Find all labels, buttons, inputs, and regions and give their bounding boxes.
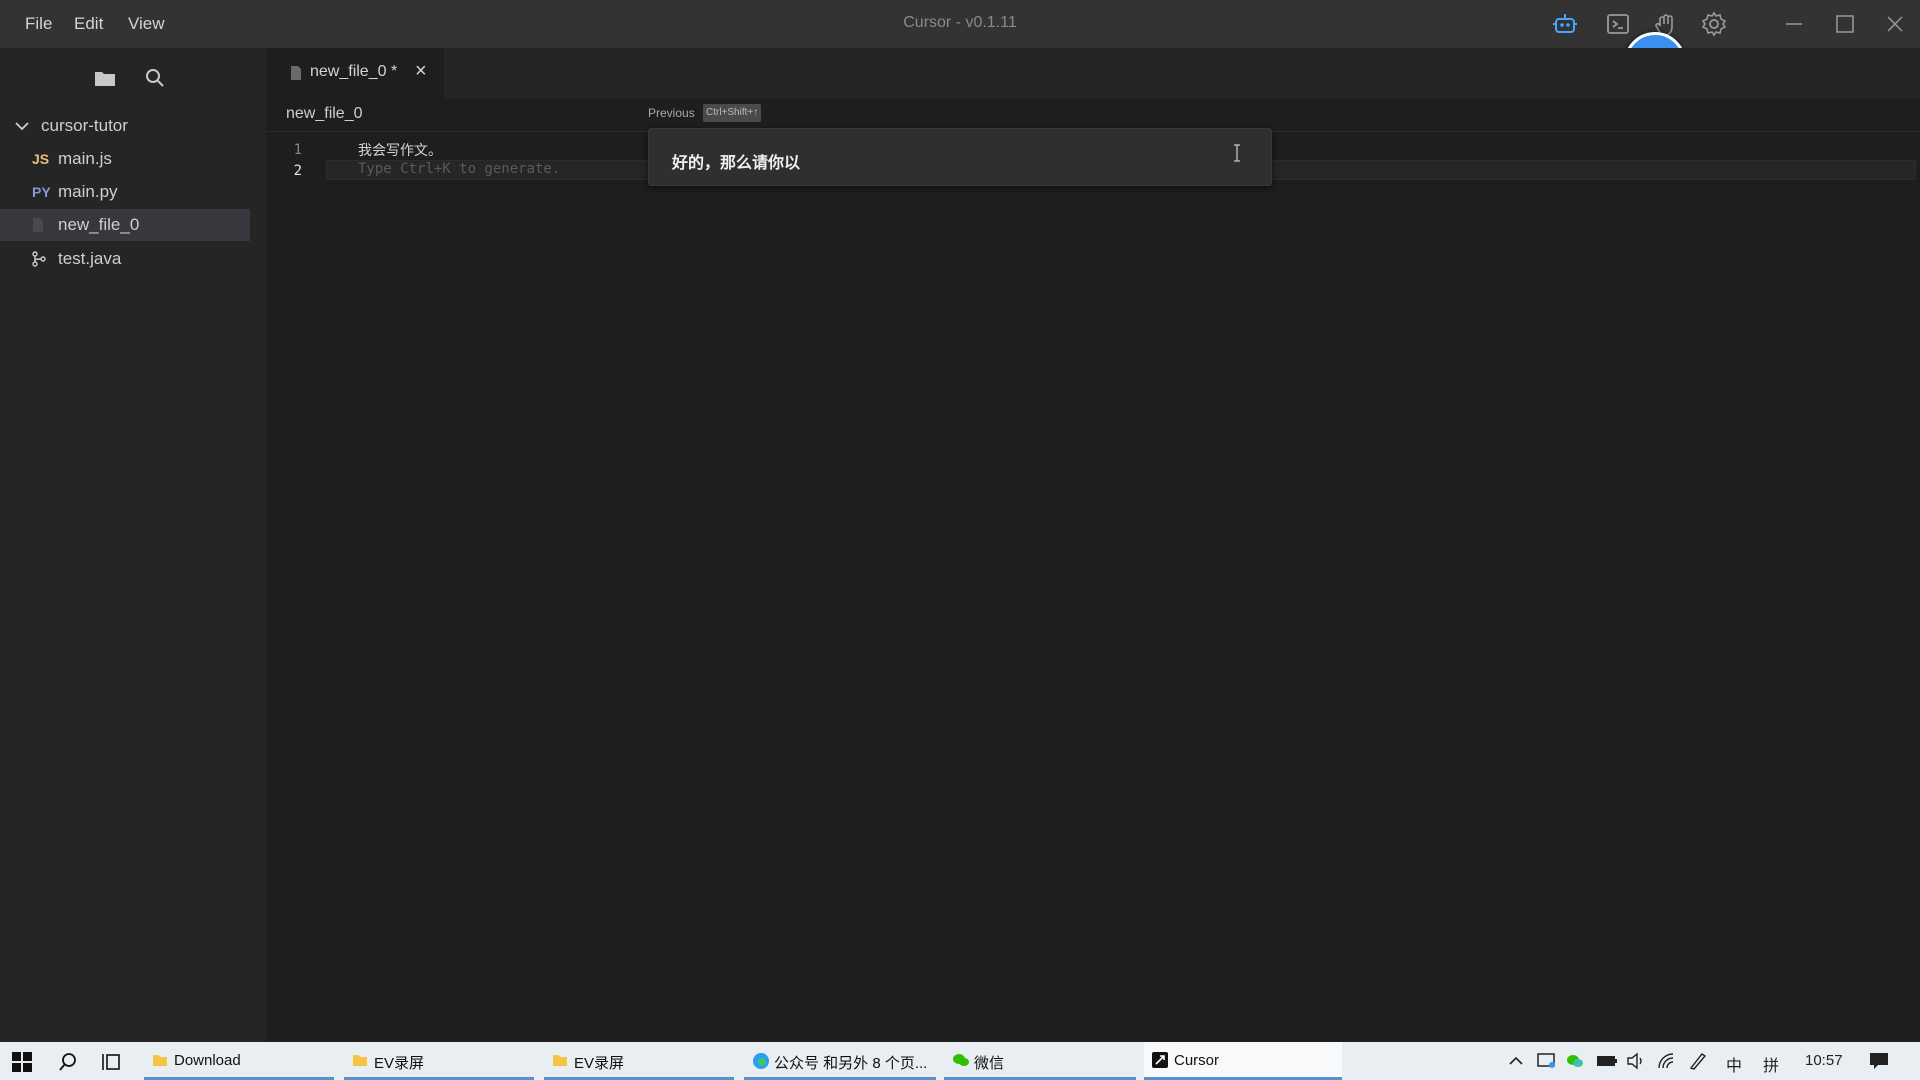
minimize-icon[interactable] [1780, 10, 1808, 38]
folder-icon [552, 1052, 568, 1068]
gear-icon[interactable] [1700, 10, 1728, 38]
cursor-app-icon [1152, 1052, 1168, 1068]
folder-icon[interactable] [91, 64, 119, 92]
file-row[interactable]: PY main.py [0, 176, 250, 208]
text-cursor-icon [1232, 143, 1242, 168]
terminal-icon[interactable] [1604, 10, 1632, 38]
wechat-icon [952, 1052, 969, 1068]
tab-label: new_file_0 * [310, 63, 398, 80]
line-number: 1 [293, 142, 302, 158]
window-title: Cursor - v0.1.11 [903, 14, 1017, 31]
clock[interactable]: 10:57 [1805, 1052, 1843, 1069]
file-icon [32, 217, 44, 238]
code-editor[interactable]: 1 我会写作文。 2 Type Ctrl+K to generate. [266, 132, 1920, 1042]
py-file-icon: PY [32, 184, 51, 200]
task-view-icon[interactable] [101, 1051, 123, 1078]
wifi-icon[interactable] [1657, 1052, 1677, 1075]
file-name: main.js [58, 149, 112, 168]
ime-mode-indicator[interactable]: 拼 [1763, 1052, 1779, 1076]
file-icon [290, 65, 302, 86]
line-number: 2 [293, 163, 302, 179]
taskbar-app-ev-recorder-2[interactable]: EV录屏 [544, 1042, 734, 1080]
folder-row[interactable]: cursor-tutor [0, 110, 250, 142]
folder-icon [152, 1052, 168, 1068]
chevron-down-icon [14, 118, 30, 139]
file-explorer: cursor-tutor JS main.js PY main.py new_f… [0, 48, 266, 1042]
previous-label[interactable]: Previous [648, 106, 695, 120]
taskbar-app-download[interactable]: Download [144, 1042, 334, 1080]
taskbar: Download EV录屏 EV录屏 公众号 和另外 8 个页... 微信 Cu… [0, 1042, 1920, 1080]
battery-icon[interactable] [1596, 1054, 1618, 1073]
remote-desktop-icon[interactable] [1537, 1052, 1557, 1075]
search-icon[interactable] [57, 1051, 79, 1078]
close-window-icon[interactable] [1881, 10, 1909, 38]
taskbar-app-ev-recorder-1[interactable]: EV录屏 [344, 1042, 534, 1080]
ime-language-indicator[interactable]: 中 [1726, 1052, 1742, 1076]
windows-start-icon[interactable] [12, 1052, 32, 1077]
menu-edit[interactable]: Edit [74, 14, 103, 34]
breadcrumb: new_file_0 [286, 105, 363, 122]
file-row[interactable]: JS main.js [0, 143, 250, 175]
file-name: test.java [58, 249, 122, 268]
wechat-tray-icon[interactable] [1566, 1053, 1584, 1074]
tab-bar: new_file_0 * × [266, 48, 1920, 98]
prompt-input[interactable]: 好的，那么请你以 [672, 149, 800, 173]
js-file-icon: JS [32, 151, 50, 167]
code-line[interactable]: 我会写作文。 [358, 140, 442, 160]
search-icon[interactable] [141, 64, 169, 92]
pen-icon[interactable] [1688, 1052, 1708, 1075]
previous-shortcut-badge: Ctrl+Shift+↑ [703, 104, 762, 122]
volume-icon[interactable] [1626, 1052, 1648, 1075]
taskbar-app-edge[interactable]: 公众号 和另外 8 个页... [744, 1042, 936, 1080]
placeholder-hint: Type Ctrl+K to generate. [358, 161, 561, 177]
chevron-up-icon[interactable] [1508, 1053, 1524, 1074]
taskbar-app-cursor[interactable]: Cursor [1144, 1042, 1342, 1080]
tab-close-icon[interactable]: × [415, 60, 427, 83]
robot-icon[interactable] [1551, 10, 1579, 38]
file-name: main.py [58, 182, 118, 201]
git-branch-icon [31, 251, 47, 272]
menu-file[interactable]: File [25, 14, 52, 34]
notification-icon[interactable] [1869, 1052, 1889, 1075]
edge-browser-icon [752, 1052, 769, 1069]
maximize-icon[interactable] [1831, 10, 1859, 38]
file-row-active[interactable]: new_file_0 [0, 209, 250, 241]
folder-name: cursor-tutor [41, 116, 128, 135]
file-row[interactable]: test.java [0, 243, 250, 275]
folder-icon [352, 1052, 368, 1068]
taskbar-app-wechat[interactable]: 微信 [944, 1042, 1136, 1080]
breadcrumb-bar: new_file_0 [266, 98, 1920, 132]
generate-prompt-popup[interactable]: 好的，那么请你以 [648, 128, 1272, 186]
file-name: new_file_0 [58, 215, 140, 234]
tab-new-file-0[interactable]: new_file_0 * × [266, 48, 444, 98]
menu-view[interactable]: View [128, 14, 165, 34]
